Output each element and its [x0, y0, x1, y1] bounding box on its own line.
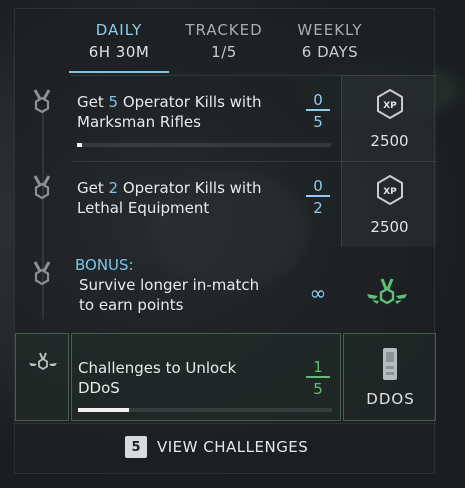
- challenge-row[interactable]: Get 2 Operator Kills with Lethal Equipme…: [15, 161, 436, 247]
- tab-label: DAILY: [95, 21, 143, 39]
- desc-text: Get: [77, 93, 109, 111]
- desc-text: DDoS: [78, 379, 120, 397]
- reward-value: 2500: [370, 132, 409, 150]
- reward-cell: DDOS: [343, 333, 436, 421]
- tab-bar: DAILY 6H 30M TRACKED 1/5 WEEKLY 6 DAYS: [15, 9, 434, 75]
- progress-bar: [77, 143, 331, 147]
- progress-fraction: 1 5: [306, 358, 330, 399]
- infinity-value: ∞: [309, 281, 327, 305]
- progress-current: 0: [306, 91, 330, 111]
- reward-value: 2500: [370, 218, 409, 236]
- bonus-body: BONUS: Survive longer in-match to earn p…: [71, 247, 341, 333]
- progress-fill: [77, 143, 83, 147]
- progress-total: 2: [313, 199, 323, 217]
- medal-icon: [33, 89, 51, 114]
- unlock-description: Challenges to Unlock DDoS: [78, 358, 236, 398]
- unlock-row[interactable]: Challenges to Unlock DDoS 1 5 DDOS: [15, 333, 436, 421]
- key-badge: 5: [125, 436, 147, 458]
- medal-icon: [33, 261, 51, 286]
- challenge-row[interactable]: Get 5 Operator Kills with Marksman Rifle…: [15, 75, 436, 161]
- xp-hexagon-icon: XP: [377, 89, 403, 119]
- xp-hexagon-icon: XP: [377, 175, 403, 205]
- desc-text: Survive longer in-match: [79, 276, 260, 294]
- desc-text: Challenges to Unlock: [78, 359, 237, 377]
- reward-cell: [341, 247, 436, 333]
- challenge-body: Get 2 Operator Kills with Lethal Equipme…: [71, 161, 341, 247]
- winged-medal-icon: [29, 352, 57, 371]
- progress-fraction: 0 2: [306, 177, 330, 218]
- desc-count: 5: [108, 93, 119, 111]
- tab-timer: 6 DAYS: [301, 43, 359, 61]
- bonus-label: BONUS:: [75, 256, 134, 274]
- footer: 5 VIEW CHALLENGES: [15, 423, 436, 476]
- tab-count: 1/5: [211, 43, 237, 61]
- tab-timer: 6H 30M: [88, 43, 150, 61]
- challenge-description: Get 2 Operator Kills with Lethal Equipme…: [77, 178, 262, 218]
- desc-text: Lethal Equipment: [77, 199, 210, 217]
- progress-total: 5: [313, 113, 323, 131]
- reward-label: DDOS: [366, 390, 415, 408]
- desc-text: to earn points: [79, 296, 184, 314]
- reward-cell: XP 2500: [341, 161, 436, 247]
- desc-text: Operator Kills with: [118, 93, 262, 111]
- reward-cell: XP 2500: [341, 75, 436, 161]
- view-challenges-label: VIEW CHALLENGES: [157, 438, 309, 456]
- desc-count: 2: [108, 179, 119, 197]
- challenge-description: Get 5 Operator Kills with Marksman Rifle…: [77, 92, 262, 132]
- active-tab-indicator: [69, 71, 169, 73]
- progress-total: 5: [313, 380, 323, 398]
- challenge-body: Get 5 Operator Kills with Marksman Rifle…: [71, 75, 341, 161]
- tab-label: WEEKLY: [297, 21, 363, 39]
- tab-tracked[interactable]: TRACKED 1/5: [174, 21, 274, 61]
- tab-label: TRACKED: [185, 21, 263, 39]
- desc-text: Get: [77, 179, 109, 197]
- progress-bar: [78, 408, 332, 412]
- unlock-body: Challenges to Unlock DDoS 1 5: [71, 333, 341, 421]
- tab-weekly[interactable]: WEEKLY 6 DAYS: [280, 21, 380, 61]
- progress-fraction: 0 5: [306, 91, 330, 132]
- bonus-description: BONUS: Survive longer in-match to earn p…: [75, 255, 259, 315]
- medal-icon: [33, 175, 51, 200]
- ddos-device-icon: [383, 348, 397, 380]
- progress-current: 1: [306, 358, 330, 378]
- tab-daily[interactable]: DAILY 6H 30M: [69, 21, 169, 61]
- progress-fill: [78, 408, 129, 412]
- view-challenges-button[interactable]: 5 VIEW CHALLENGES: [125, 434, 308, 460]
- desc-text: Operator Kills with: [118, 179, 262, 197]
- challenges-panel: DAILY 6H 30M TRACKED 1/5 WEEKLY 6 DAYS G…: [14, 8, 436, 476]
- unlock-icon-cell: [15, 333, 69, 421]
- desc-text: Marksman Rifles: [77, 113, 201, 131]
- xp-icon-text: XP: [383, 101, 397, 111]
- bonus-row[interactable]: BONUS: Survive longer in-match to earn p…: [15, 247, 436, 333]
- progress-current: 0: [306, 177, 330, 197]
- xp-icon-text: XP: [383, 187, 397, 197]
- winged-medal-icon: [367, 278, 407, 305]
